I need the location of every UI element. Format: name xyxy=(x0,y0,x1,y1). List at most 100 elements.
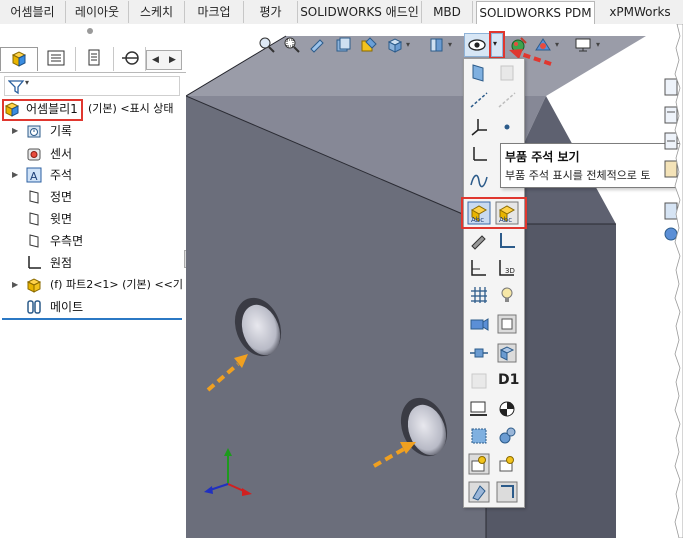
dynamic-annotation-icon[interactable] xyxy=(360,36,378,54)
tree-filter-box[interactable]: ▾ xyxy=(4,76,180,96)
view-dimension-names-icon[interactable] xyxy=(468,230,490,252)
view-dimension-names-label[interactable]: D1 xyxy=(498,372,519,388)
svg-text:A: A xyxy=(30,170,38,183)
chevron-down-icon[interactable]: ▾ xyxy=(596,40,600,49)
tab-assembly[interactable]: 어셈블리 xyxy=(0,1,66,23)
command-manager-tabs: 어셈블리 레이아웃 스케치 마크업 평가 SOLIDWORKS 애드인 MBD … xyxy=(0,0,683,25)
plane-icon xyxy=(29,212,39,226)
section-view-icon[interactable] xyxy=(334,36,352,54)
highlight-box-dropdown xyxy=(489,31,505,59)
plane-icon xyxy=(29,190,39,204)
tooltip-description: 부품 주석 표시를 전체적으로 토 xyxy=(505,169,651,182)
view-parting-lines-icon[interactable] xyxy=(496,342,518,364)
torn-edge-decoration xyxy=(674,24,683,538)
tree-item-label: 센서 xyxy=(50,147,73,161)
zoom-area-icon[interactable] xyxy=(283,36,301,54)
view-temporary-axes-icon[interactable] xyxy=(496,89,518,111)
tree-item-label: 정면 xyxy=(50,190,73,204)
view-sketches-icon[interactable] xyxy=(468,257,490,279)
tooltip-view-part-annotations: 부품 주석 보기 부품 주석 표시를 전체적으로 토 xyxy=(500,143,683,188)
part-block-model[interactable] xyxy=(186,24,683,538)
view-temporary-axes-icon[interactable] xyxy=(496,62,518,84)
svg-text:3D: 3D xyxy=(505,267,515,275)
tab-markup[interactable]: 마크업 xyxy=(185,1,244,23)
previous-view-icon[interactable] xyxy=(308,36,326,54)
tree-item-label: 원점 xyxy=(50,256,73,270)
view-3d-sketches-icon[interactable]: 3D xyxy=(496,257,518,279)
view-origins-icon[interactable] xyxy=(468,116,490,138)
hide-show-items-button[interactable] xyxy=(464,33,490,57)
chevron-down-icon[interactable]: ▾ xyxy=(406,40,410,49)
dimxpert-tab[interactable] xyxy=(114,47,146,71)
filter-dropdown-icon[interactable]: ▾ xyxy=(25,78,29,87)
view-weld-beads-icon[interactable] xyxy=(468,342,490,364)
scroll-right-icon[interactable]: ▶ xyxy=(164,51,181,69)
sensor-icon xyxy=(27,148,41,161)
tree-item-label: 윗면 xyxy=(50,212,73,226)
tree-root-suffix: (기본) <표시 상태 xyxy=(88,102,174,115)
tab-mbd[interactable]: MBD xyxy=(422,1,473,23)
expand-arrow-icon[interactable]: ▶ xyxy=(12,121,18,141)
view-sketch-relations-icon[interactable] xyxy=(496,230,518,252)
eye-icon xyxy=(468,39,486,51)
expand-arrow-icon[interactable]: ▶ xyxy=(12,165,18,185)
view-cameras-icon[interactable] xyxy=(468,313,490,335)
view-axes-icon[interactable] xyxy=(468,89,490,111)
property-manager-icon xyxy=(47,50,65,66)
svg-text:Abc: Abc xyxy=(471,216,484,224)
origin-icon xyxy=(28,256,41,269)
history-icon xyxy=(27,125,41,138)
chevron-down-icon[interactable]: ▾ xyxy=(555,40,559,49)
view-mate-references-icon[interactable] xyxy=(496,453,518,475)
tab-solidworks-pdm[interactable]: SOLIDWORKS PDM xyxy=(476,1,595,24)
view-decals-icon[interactable] xyxy=(496,313,518,335)
svg-text:Abc: Abc xyxy=(499,216,512,224)
view-lights-icon[interactable] xyxy=(496,284,518,306)
annotation-icon: A xyxy=(26,167,42,183)
panel-tab-scroller[interactable]: ◀ ▶ xyxy=(146,50,182,70)
tab-evaluate[interactable]: 평가 xyxy=(244,1,298,23)
view-hidden-bodies-icon[interactable] xyxy=(468,425,490,447)
tree-item-label: 주석 xyxy=(50,168,73,182)
tab-solidworks-addins[interactable]: SOLIDWORKS 애드인 xyxy=(298,1,422,23)
view-settings-icon[interactable] xyxy=(574,36,592,54)
property-manager-tab[interactable] xyxy=(38,47,76,71)
tree-item-label: 우측면 xyxy=(50,234,84,248)
zoom-fit-icon[interactable] xyxy=(258,36,276,54)
view-gears-icon[interactable] xyxy=(496,425,518,447)
configuration-manager-icon xyxy=(88,49,100,66)
view-points-icon[interactable] xyxy=(496,116,518,138)
tab-xpmworks[interactable]: xPMWorks xyxy=(597,1,683,23)
tooltip-title: 부품 주석 보기 xyxy=(505,150,580,164)
view-live-section-planes-icon[interactable] xyxy=(496,481,518,503)
tree-item-label: 메이트 xyxy=(50,300,84,314)
configuration-manager-tab[interactable] xyxy=(76,47,114,71)
view-curves-icon[interactable] xyxy=(468,170,490,192)
view-routing-icon[interactable] xyxy=(468,481,490,503)
scroll-left-icon[interactable]: ◀ xyxy=(147,51,164,69)
view-sketch-planes-icon[interactable] xyxy=(468,398,490,420)
tree-item-label: 기록 xyxy=(50,124,73,138)
view-center-of-mass-icon[interactable] xyxy=(496,398,518,420)
plane-icon xyxy=(29,234,39,248)
view-coordinate-systems-icon[interactable] xyxy=(468,143,490,165)
chevron-down-icon[interactable]: ▾ xyxy=(448,40,452,49)
view-grid-icon[interactable] xyxy=(468,284,490,306)
view-routing-points-icon[interactable] xyxy=(468,370,490,392)
tree-item-label: (f) 파트2<1> (기본) <<기 xyxy=(50,278,183,291)
tab-layout[interactable]: 레이아웃 xyxy=(66,1,129,23)
expand-arrow-icon[interactable]: ▶ xyxy=(12,275,18,295)
view-part-annotations-icon[interactable]: Abc xyxy=(495,201,519,225)
view-orientation-icon[interactable] xyxy=(386,36,404,54)
view-annotations-icon[interactable]: Abc xyxy=(467,201,491,225)
view-notes-icon[interactable] xyxy=(468,453,490,475)
part-icon xyxy=(26,278,42,293)
tab-sketch[interactable]: 스케치 xyxy=(129,1,185,23)
filter-icon xyxy=(8,80,25,95)
rollback-bar[interactable] xyxy=(2,318,182,320)
panel-grip-icon[interactable] xyxy=(87,28,93,34)
dimxpert-icon xyxy=(122,51,139,65)
feature-tree-tab[interactable] xyxy=(0,47,38,71)
display-style-icon[interactable] xyxy=(428,36,446,54)
view-planes-icon[interactable] xyxy=(468,62,490,84)
